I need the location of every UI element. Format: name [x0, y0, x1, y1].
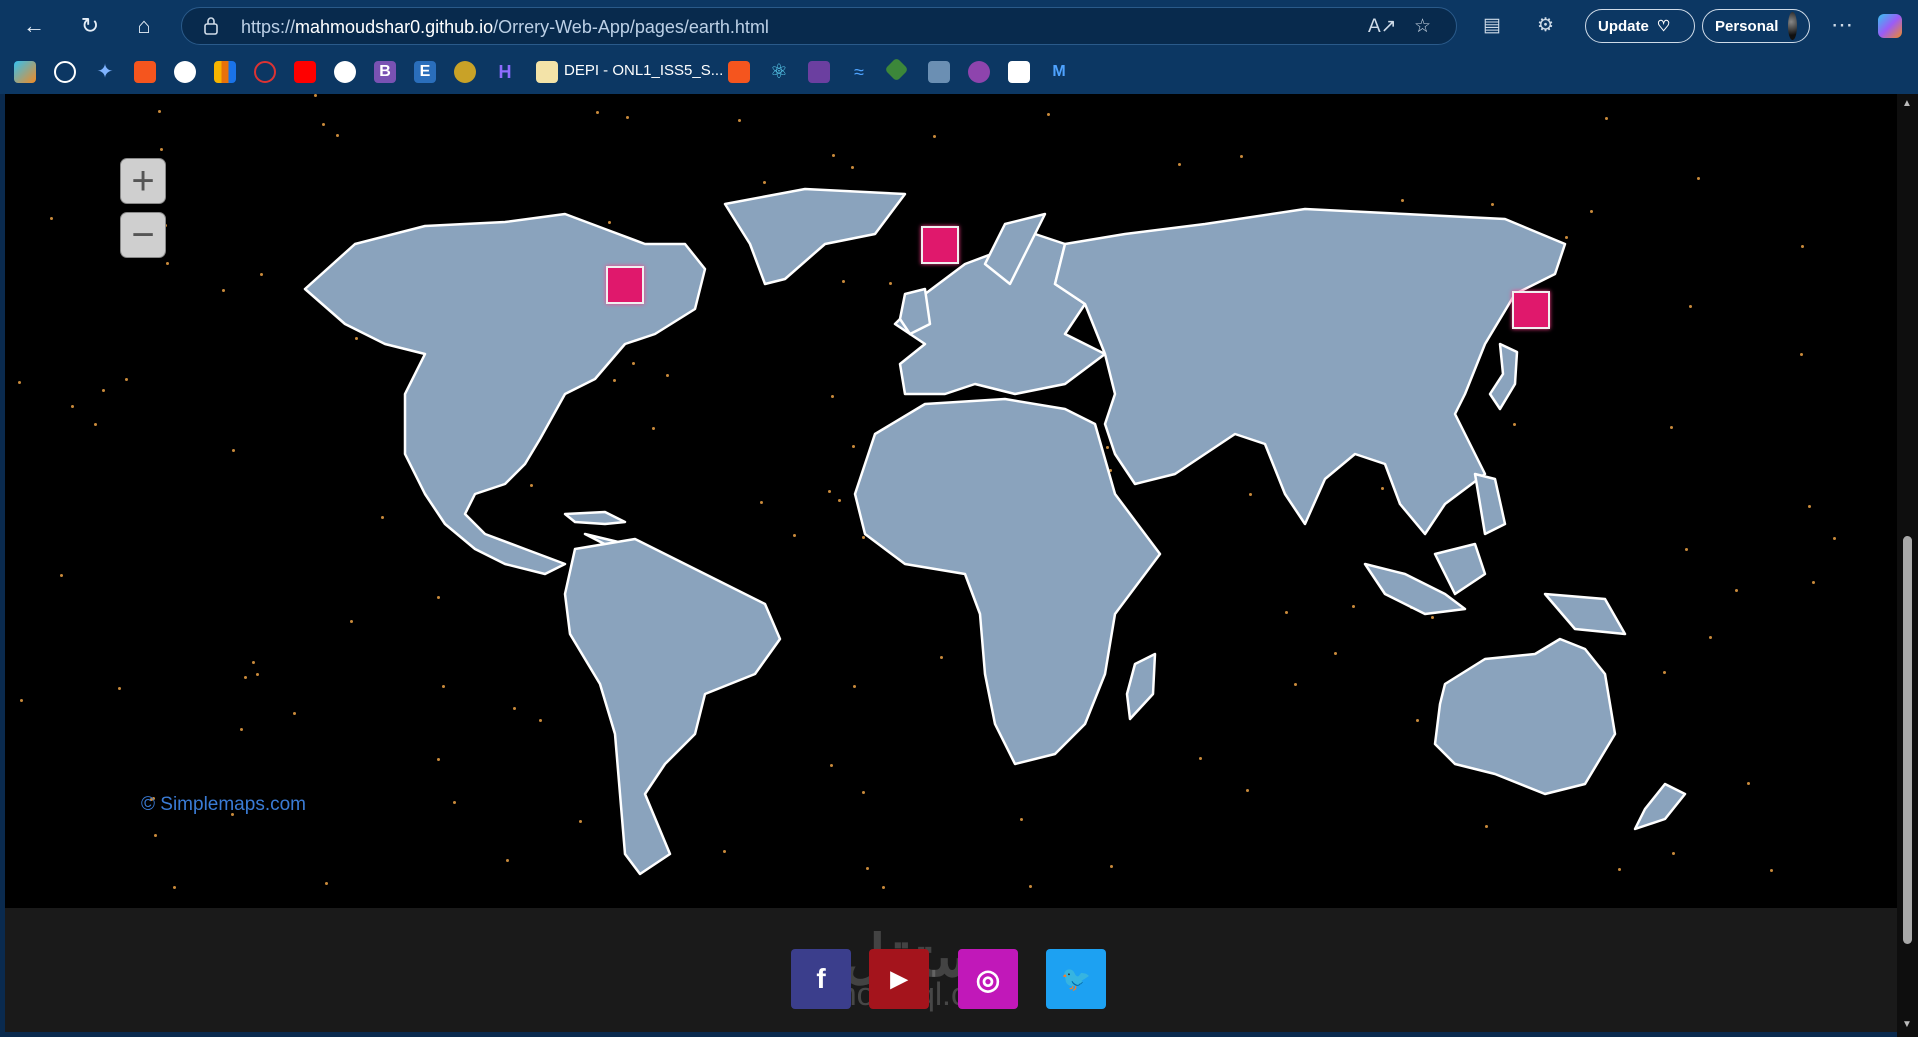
url-text: https://mahmoudshar0.github.io/Orrery-We…	[241, 17, 769, 37]
youtube-icon: ▶	[890, 966, 908, 991]
facebook-icon: f	[816, 963, 826, 994]
bookmark-lightning-icon[interactable]	[808, 61, 830, 83]
extensions-icon[interactable]: ⚙	[1537, 14, 1554, 37]
bookmark-bolt-icon[interactable]	[728, 61, 750, 83]
bookmark-soundcloud-icon[interactable]	[134, 61, 156, 83]
bookmark-analytics-icon[interactable]	[214, 61, 236, 83]
footer: مستقل mostaql.com f ▶ ◎ 🐦	[5, 908, 1897, 1032]
refresh-icon[interactable]: ↻	[72, 10, 108, 42]
map-south-america	[563, 537, 782, 876]
map-borneo	[1433, 542, 1487, 596]
heart-pulse-icon: ♡	[1656, 18, 1671, 35]
scroll-up-icon[interactable]: ▲	[1902, 98, 1912, 109]
earth-page: + − © Simplemaps.com مستقل mostaql.com f…	[5, 94, 1897, 1032]
bookmark-seal-icon[interactable]	[454, 61, 476, 83]
twitter-button[interactable]: 🐦	[1046, 949, 1106, 1009]
browser-essentials-icon[interactable]: ▤	[1483, 14, 1501, 37]
lock-icon[interactable]	[204, 17, 218, 35]
browser-toolbar: ← ↻ ⌂ https://mahmoudshar0.github.io/Orr…	[0, 0, 1918, 94]
bookmark-doc-icon[interactable]	[536, 61, 558, 83]
map-caribbean	[563, 510, 627, 526]
map-greenland	[723, 187, 907, 286]
bookmark-openai-icon[interactable]	[54, 61, 76, 83]
map-philippines	[1473, 472, 1507, 536]
bookmark-app-icon[interactable]	[254, 61, 276, 83]
bookmark-bootstrap-icon[interactable]: B	[374, 61, 396, 83]
bookmark-node-icon[interactable]	[884, 57, 909, 82]
bookmark-ms-icon[interactable]: M	[1048, 61, 1070, 83]
bookmark-n-icon[interactable]	[334, 61, 356, 83]
update-label: Update	[1598, 17, 1649, 35]
facebook-button[interactable]: f	[791, 949, 851, 1009]
scrollbar-thumb[interactable]	[1903, 536, 1912, 944]
read-aloud-icon[interactable]: A↗	[1368, 15, 1397, 38]
bookmark-depi-label[interactable]: DEPI - ONL1_ISS5_S...	[564, 62, 723, 79]
map-new-zealand	[1633, 782, 1687, 831]
more-options-icon[interactable]: ⋯	[1831, 12, 1853, 38]
bookmark-image-icon[interactable]	[928, 61, 950, 83]
marker-north-america[interactable]	[606, 266, 644, 304]
bookmark-copilot-icon[interactable]	[14, 61, 36, 83]
zoom-in-button[interactable]: +	[120, 158, 166, 204]
favorite-star-icon[interactable]: ☆	[1414, 15, 1431, 38]
zoom-out-button[interactable]: −	[120, 212, 166, 258]
copilot-icon[interactable]	[1878, 14, 1902, 38]
home-icon[interactable]: ⌂	[126, 10, 162, 42]
world-map	[303, 187, 1687, 876]
map-japan	[1488, 342, 1519, 411]
scroll-down-icon[interactable]: ▼	[1902, 1019, 1912, 1030]
profile-button[interactable]: Personal	[1702, 9, 1810, 43]
back-icon[interactable]: ←	[16, 10, 52, 42]
map-uk	[898, 287, 932, 336]
instagram-icon: ◎	[975, 963, 1001, 995]
bookmark-u-icon[interactable]	[968, 61, 990, 83]
avatar	[1788, 12, 1797, 40]
profile-label: Personal	[1715, 17, 1779, 35]
simplemaps-credit-link[interactable]: © Simplemaps.com	[141, 794, 306, 816]
page-scrollbar[interactable]: ▲ ▼	[1897, 94, 1918, 1037]
minus-icon: −	[131, 213, 155, 257]
map-madagascar	[1125, 652, 1157, 721]
plus-icon: +	[131, 159, 155, 203]
bookmark-gemini-icon[interactable]: ✦	[94, 61, 116, 83]
marker-japan[interactable]	[1512, 291, 1550, 329]
bookmark-wave-icon[interactable]: ≈	[848, 61, 870, 83]
address-bar[interactable]: https://mahmoudshar0.github.io/Orrery-We…	[181, 7, 1457, 45]
bookmark-e-icon[interactable]: E	[414, 61, 436, 83]
instagram-button[interactable]: ◎	[958, 949, 1018, 1009]
map-north-america	[303, 212, 707, 576]
bookmark-h-icon[interactable]: H	[494, 61, 516, 83]
bookmark-youtube-icon[interactable]	[294, 61, 316, 83]
bookmark-react-icon[interactable]: ⚛	[768, 61, 790, 83]
marker-europe[interactable]	[921, 226, 959, 264]
twitter-icon: 🐦	[1061, 965, 1091, 993]
update-button[interactable]: Update ♡	[1585, 9, 1695, 43]
bookmark-ibm-icon[interactable]	[1008, 61, 1030, 83]
map-new-guinea	[1543, 592, 1627, 636]
bookmark-github-icon[interactable]	[174, 61, 196, 83]
youtube-button[interactable]: ▶	[869, 949, 929, 1009]
map-australia	[1433, 637, 1617, 796]
